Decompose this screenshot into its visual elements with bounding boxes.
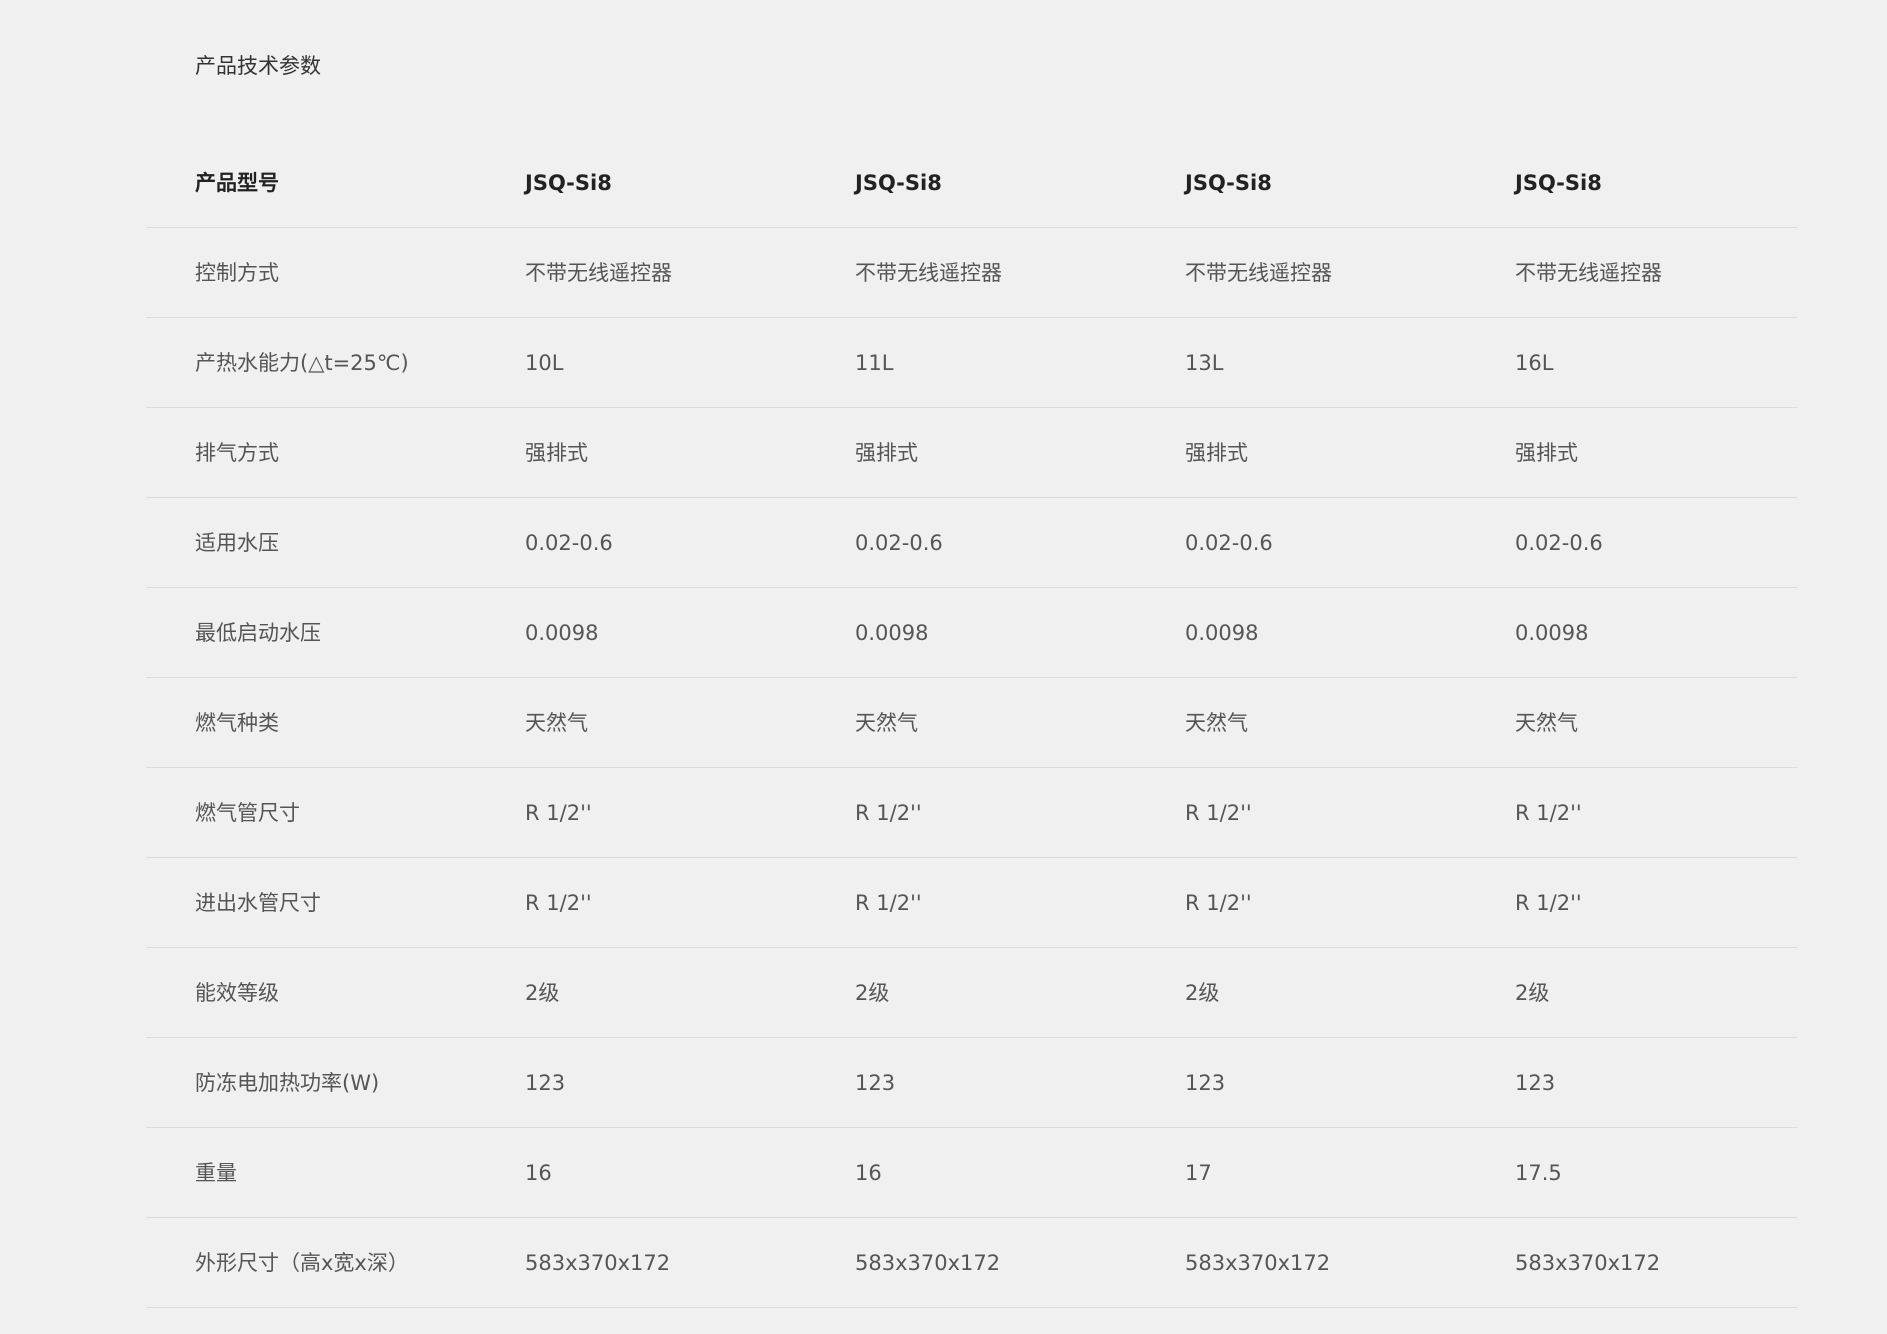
row-value: 不带无线遥控器 <box>525 260 672 285</box>
row-label: 适用水压 <box>195 530 279 555</box>
header-model: JSQ-Si8 <box>1515 170 1602 195</box>
table-row: 重量 16 16 17 17.5 <box>146 1128 1797 1218</box>
row-value: 17 <box>1185 1160 1212 1185</box>
row-label: 产热水能力(△t=25℃) <box>195 350 409 375</box>
row-value: 天然气 <box>1515 710 1578 735</box>
table-row: 燃气管尺寸 R 1/2'' R 1/2'' R 1/2'' R 1/2'' <box>146 768 1797 858</box>
row-value: 123 <box>1515 1070 1556 1095</box>
row-value: 583x370x172 <box>1515 1250 1661 1275</box>
table-row: 控制方式 不带无线遥控器 不带无线遥控器 不带无线遥控器 不带无线遥控器 <box>146 228 1797 318</box>
row-value: 123 <box>1185 1070 1226 1095</box>
row-label: 重量 <box>195 1160 237 1185</box>
header-label: 产品型号 <box>195 170 279 195</box>
table-row: 产热水能力(△t=25℃) 10L 11L 13L 16L <box>146 318 1797 408</box>
row-value: 0.0098 <box>525 620 599 645</box>
table-row: 最低启动水压 0.0098 0.0098 0.0098 0.0098 <box>146 588 1797 678</box>
row-value: R 1/2'' <box>525 800 592 825</box>
row-value: 天然气 <box>1185 710 1248 735</box>
row-value: 583x370x172 <box>1185 1250 1331 1275</box>
row-value: 0.02-0.6 <box>1185 530 1273 555</box>
row-value: 0.0098 <box>1515 620 1589 645</box>
row-value: 13L <box>1185 350 1224 375</box>
header-model: JSQ-Si8 <box>855 170 942 195</box>
row-value: 不带无线遥控器 <box>855 260 1002 285</box>
table-row: 能效等级 2级 2级 2级 2级 <box>146 948 1797 1038</box>
table-row: 外形尺寸（高x宽x深） 583x370x172 583x370x172 583x… <box>146 1218 1797 1308</box>
row-value: 2级 <box>525 980 560 1005</box>
row-value: R 1/2'' <box>525 890 592 915</box>
header-model: JSQ-Si8 <box>525 170 612 195</box>
row-value: 天然气 <box>525 710 588 735</box>
table-header-row: 产品型号 JSQ-Si8 JSQ-Si8 JSQ-Si8 JSQ-Si8 <box>146 138 1797 228</box>
row-value: 16 <box>855 1160 882 1185</box>
row-value: 0.02-0.6 <box>1515 530 1603 555</box>
header-model: JSQ-Si8 <box>1185 170 1272 195</box>
row-value: R 1/2'' <box>855 890 922 915</box>
row-value: 0.0098 <box>1185 620 1259 645</box>
row-value: 0.02-0.6 <box>525 530 613 555</box>
table-row: 进出水管尺寸 R 1/2'' R 1/2'' R 1/2'' R 1/2'' <box>146 858 1797 948</box>
row-value: 0.02-0.6 <box>855 530 943 555</box>
row-value: R 1/2'' <box>1185 890 1252 915</box>
row-value: 强排式 <box>855 440 918 465</box>
row-value: 天然气 <box>855 710 918 735</box>
row-value: 强排式 <box>1515 440 1578 465</box>
row-value: 11L <box>855 350 894 375</box>
row-value: 2级 <box>1515 980 1550 1005</box>
section-title: 产品技术参数 <box>195 54 321 78</box>
row-value: R 1/2'' <box>1185 800 1252 825</box>
row-value: R 1/2'' <box>1515 800 1582 825</box>
row-value: 不带无线遥控器 <box>1515 260 1662 285</box>
row-value: 强排式 <box>525 440 588 465</box>
row-value: 583x370x172 <box>525 1250 671 1275</box>
row-label: 控制方式 <box>195 260 279 285</box>
spec-table: 产品型号 JSQ-Si8 JSQ-Si8 JSQ-Si8 JSQ-Si8 控制方… <box>146 138 1797 1308</box>
table-row: 适用水压 0.02-0.6 0.02-0.6 0.02-0.6 0.02-0.6 <box>146 498 1797 588</box>
table-row: 防冻电加热功率(W) 123 123 123 123 <box>146 1038 1797 1128</box>
row-value: 不带无线遥控器 <box>1185 260 1332 285</box>
row-label: 外形尺寸（高x宽x深） <box>195 1250 409 1275</box>
row-value: 强排式 <box>1185 440 1248 465</box>
row-value: 16L <box>1515 350 1554 375</box>
table-row: 排气方式 强排式 强排式 强排式 强排式 <box>146 408 1797 498</box>
row-value: 123 <box>855 1070 896 1095</box>
row-label: 燃气管尺寸 <box>195 800 300 825</box>
table-row: 燃气种类 天然气 天然气 天然气 天然气 <box>146 678 1797 768</box>
row-value: 2级 <box>855 980 890 1005</box>
page: 产品技术参数 产品型号 JSQ-Si8 JSQ-Si8 JSQ-Si8 JSQ-… <box>0 0 1887 1334</box>
row-value: 16 <box>525 1160 552 1185</box>
row-value: R 1/2'' <box>855 800 922 825</box>
row-label: 进出水管尺寸 <box>195 890 321 915</box>
row-value: 17.5 <box>1515 1160 1562 1185</box>
row-value: 583x370x172 <box>855 1250 1001 1275</box>
row-value: 10L <box>525 350 564 375</box>
row-label: 能效等级 <box>195 980 279 1005</box>
row-label: 燃气种类 <box>195 710 279 735</box>
row-value: 123 <box>525 1070 566 1095</box>
row-value: 0.0098 <box>855 620 929 645</box>
row-label: 防冻电加热功率(W) <box>195 1070 380 1095</box>
row-label: 排气方式 <box>195 440 279 465</box>
row-value: 2级 <box>1185 980 1220 1005</box>
row-label: 最低启动水压 <box>195 620 321 645</box>
row-value: R 1/2'' <box>1515 890 1582 915</box>
